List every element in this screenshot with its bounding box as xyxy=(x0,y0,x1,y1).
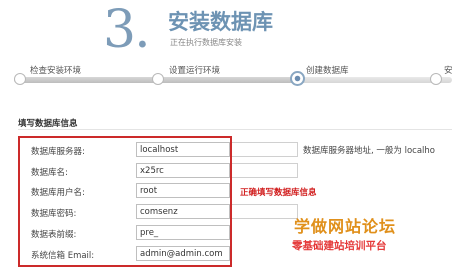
step-dot-setup-env xyxy=(152,73,164,85)
step-dot-create-db xyxy=(290,71,305,86)
fill-correctly-annotation: 正确填写数据库信息 xyxy=(240,188,317,198)
step-label-install: 安 xyxy=(444,66,452,76)
step-dot-install xyxy=(430,73,442,85)
step-label-create-db: 创建数据库 xyxy=(306,66,349,76)
watermark-title: 学做网站论坛 xyxy=(294,217,397,236)
page-title: 安装数据库 xyxy=(168,10,273,34)
db-server-input-extension xyxy=(232,142,298,157)
step-dot-check-env xyxy=(14,73,26,85)
db-password-input-extension xyxy=(232,204,298,219)
highlight-box xyxy=(18,136,232,267)
page-subtitle: 正在执行数据库安装 xyxy=(170,38,242,47)
step-label-setup-env: 设置运行环境 xyxy=(169,66,221,76)
step-label-check-env: 检查安装环境 xyxy=(30,66,82,76)
db-server-hint: 数据库服务器地址, 一般为 localho xyxy=(303,146,436,156)
watermark-subtitle: 零基础建站培训平台 xyxy=(292,240,387,252)
step-number: 3. xyxy=(103,0,151,60)
section-divider xyxy=(18,129,452,130)
install-progress: 检查安装环境 设置运行环境 创建数据库 安 xyxy=(0,60,452,100)
section-title: 填写数据库信息 xyxy=(18,119,78,129)
db-name-input-extension xyxy=(232,163,298,178)
